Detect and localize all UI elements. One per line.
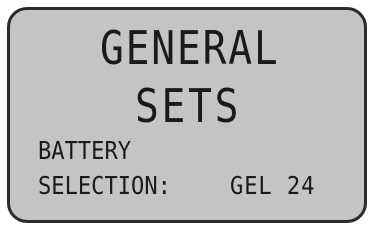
setting-label-line-2: SELECTION: (38, 170, 171, 201)
setting-label-line-1: BATTERY (38, 135, 132, 166)
lcd-display: GENERAL SETS BATTERY SELECTION: GEL 24 (7, 7, 367, 223)
menu-title-line-1: GENERAL (100, 21, 280, 76)
battery-selection-value: GEL 24 (230, 170, 316, 201)
menu-title-line-2: SETS (135, 79, 242, 134)
